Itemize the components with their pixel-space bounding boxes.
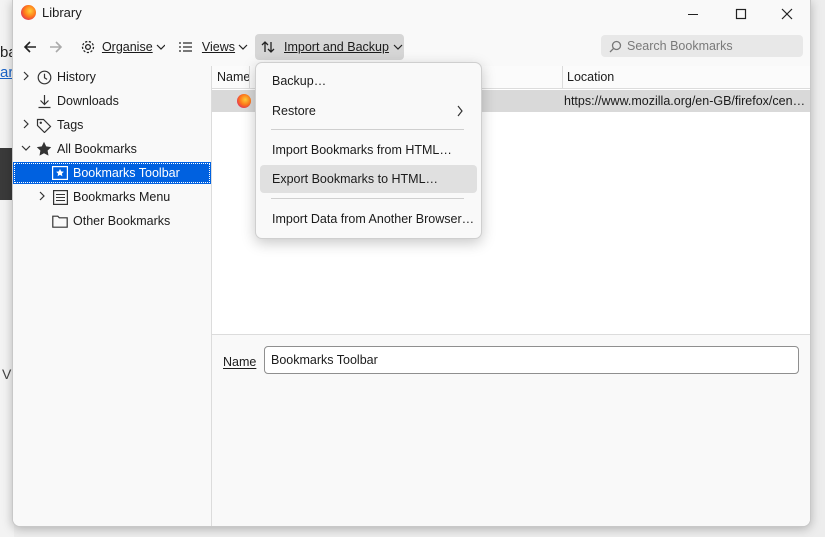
chevron-down-icon — [393, 44, 403, 50]
menu-item-label: Import Data from Another Browser… — [272, 212, 475, 226]
row-location: https://www.mozilla.org/en-GB/firefox/ce… — [564, 94, 808, 108]
firefox-icon — [21, 5, 36, 20]
bookmarks-menu-icon — [52, 189, 68, 205]
import-backup-label: Import and Backup — [284, 40, 389, 54]
sidebar-item-all-bookmarks[interactable]: All Bookmarks — [13, 138, 211, 160]
menu-item-label: Export Bookmarks to HTML… — [272, 172, 439, 186]
minimize-button[interactable] — [670, 0, 716, 28]
sidebar-item-label: Other Bookmarks — [73, 214, 171, 228]
tag-icon — [36, 117, 52, 133]
chevron-right-icon — [457, 105, 463, 117]
menu-item-import-html[interactable]: Import Bookmarks from HTML… — [260, 136, 477, 164]
background-dark-panel — [0, 148, 12, 200]
bookmarks-toolbar-icon — [52, 165, 68, 181]
star-icon — [36, 141, 52, 157]
sidebar-item-history[interactable]: History — [13, 66, 211, 88]
sidebar-item-other-bookmarks[interactable]: Other Bookmarks — [13, 210, 211, 232]
arrow-left-icon — [23, 41, 36, 53]
sidebar-item-label: Tags — [57, 118, 84, 132]
import-backup-button[interactable]: Import and Backup — [255, 34, 404, 60]
download-icon — [36, 93, 52, 109]
gear-icon — [81, 40, 95, 54]
menu-item-label: Backup… — [272, 74, 327, 88]
firefox-icon — [237, 94, 251, 108]
back-button[interactable] — [19, 34, 41, 60]
organise-button[interactable]: Organise — [77, 34, 165, 60]
organise-label: Organise — [101, 40, 153, 54]
close-button[interactable] — [764, 0, 810, 28]
minimize-icon — [688, 14, 698, 15]
sidebar: History Downloads Tags All Bookmarks Boo — [13, 66, 212, 526]
close-icon — [781, 8, 793, 20]
menu-item-import-browser[interactable]: Import Data from Another Browser… — [260, 205, 477, 233]
views-label: Views — [201, 40, 236, 54]
menu-item-backup[interactable]: Backup… — [260, 67, 477, 95]
folder-icon — [52, 213, 68, 229]
title-bar: Library — [13, 0, 810, 30]
details-pane: Name — [212, 334, 810, 526]
sidebar-item-label: Bookmarks Toolbar — [73, 166, 180, 180]
maximize-button[interactable] — [718, 0, 764, 28]
views-button[interactable]: Views — [176, 34, 248, 60]
search-box[interactable]: Search Bookmarks — [601, 35, 803, 57]
chevron-down-icon — [238, 44, 248, 50]
collapse-arrow-icon[interactable] — [21, 144, 31, 155]
window-title: Library — [42, 5, 82, 20]
menu-separator — [271, 198, 464, 199]
menu-separator — [271, 129, 464, 130]
column-divider[interactable] — [562, 66, 563, 88]
expand-arrow-icon[interactable] — [21, 71, 31, 84]
maximize-icon — [735, 8, 747, 20]
column-divider[interactable] — [249, 66, 250, 88]
name-label: Name — [223, 355, 257, 369]
menu-item-label: Import Bookmarks from HTML… — [272, 143, 452, 157]
sidebar-item-bookmarks-toolbar[interactable]: Bookmarks Toolbar — [13, 162, 211, 184]
chevron-down-icon — [156, 44, 165, 50]
sidebar-item-label: Downloads — [57, 94, 119, 108]
menu-item-export-html[interactable]: Export Bookmarks to HTML… — [260, 165, 477, 193]
toolbar: Organise Views Import and Backup Search … — [13, 32, 810, 62]
import-backup-menu: Backup… Restore Import Bookmarks from HT… — [255, 62, 482, 239]
menu-item-restore[interactable]: Restore — [260, 97, 477, 125]
search-icon — [609, 40, 622, 52]
background-text-lower: V — [2, 366, 12, 382]
expand-arrow-icon[interactable] — [21, 119, 31, 132]
name-field[interactable] — [264, 346, 799, 374]
sidebar-item-bookmarks-menu[interactable]: Bookmarks Menu — [13, 186, 211, 208]
clock-icon — [36, 69, 52, 85]
forward-button[interactable] — [45, 34, 67, 60]
sidebar-item-label: History — [57, 70, 96, 84]
sidebar-item-label: All Bookmarks — [57, 142, 137, 156]
arrow-right-icon — [50, 41, 63, 53]
column-header-location[interactable]: Location — [567, 70, 614, 84]
expand-arrow-icon[interactable] — [37, 191, 47, 204]
column-header-name[interactable]: Name — [217, 70, 250, 84]
sidebar-item-tags[interactable]: Tags — [13, 114, 211, 136]
menu-item-label: Restore — [272, 104, 316, 118]
import-export-icon — [261, 41, 275, 53]
sidebar-item-downloads[interactable]: Downloads — [13, 90, 211, 112]
search-input[interactable]: Search Bookmarks — [627, 39, 733, 53]
list-icon — [179, 42, 192, 52]
sidebar-item-label: Bookmarks Menu — [73, 190, 171, 204]
